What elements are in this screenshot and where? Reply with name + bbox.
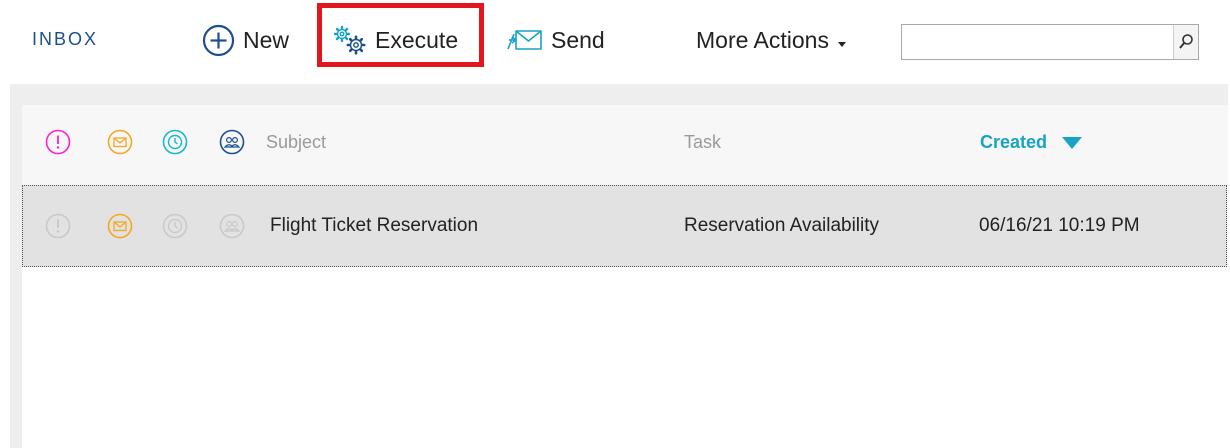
more-actions-dropdown[interactable]: More Actions (696, 22, 849, 58)
search-field (901, 24, 1199, 60)
more-actions-label: More Actions (696, 26, 829, 53)
row-created: 06/16/21 10:19 PM (979, 215, 1140, 236)
caret-down-icon (837, 42, 846, 47)
priority-icon (45, 213, 71, 239)
new-button[interactable]: New (202, 22, 289, 58)
clock-icon[interactable] (162, 129, 188, 155)
sort-descending-icon (1062, 136, 1083, 149)
search-button[interactable] (1173, 25, 1198, 59)
mail-icon[interactable] (107, 129, 133, 155)
clock-icon (162, 213, 188, 239)
row-subject: Flight Ticket Reservation (270, 215, 479, 236)
new-label: New (243, 26, 290, 53)
table-row[interactable]: Flight Ticket Reservation Reservation Av… (22, 185, 1227, 267)
row-task: Reservation Availability (684, 215, 880, 236)
grid-header: Subject Task Created (22, 105, 1228, 185)
execute-highlight-frame (317, 3, 484, 67)
column-created[interactable]: Created (980, 132, 1083, 153)
plus-circle-icon (202, 24, 235, 56)
priority-icon[interactable] (45, 129, 71, 155)
send-label: Send (551, 26, 605, 53)
send-envelope-icon (507, 30, 542, 50)
column-subject[interactable]: Subject (266, 132, 326, 153)
group-icon[interactable] (219, 129, 245, 155)
search-icon (1179, 34, 1193, 49)
inbox-grid: Subject Task Created Flight Ticket Reser… (22, 105, 1228, 448)
toolbar: INBOX New Execute Send More Actions (0, 0, 1230, 84)
inbox-title: INBOX (32, 29, 99, 49)
column-created-label: Created (980, 132, 1048, 152)
column-task[interactable]: Task (684, 132, 721, 153)
group-icon (219, 213, 245, 239)
search-input[interactable] (904, 27, 1176, 59)
mail-icon (107, 213, 133, 239)
send-button[interactable]: Send (507, 22, 605, 58)
